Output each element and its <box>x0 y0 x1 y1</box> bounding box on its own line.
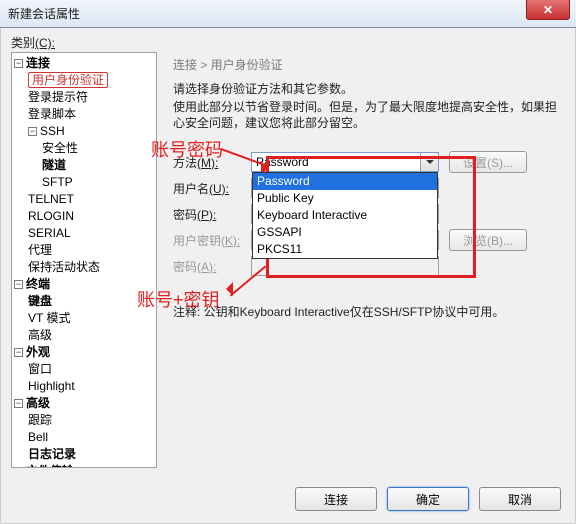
tree-item-appearance[interactable]: −外观 窗口 Highlight <box>14 344 156 395</box>
tree-item-prompt[interactable]: 登录提示符 <box>28 89 156 106</box>
tree-item-adv[interactable]: 高级 <box>28 327 156 344</box>
method-value: Password <box>256 155 309 169</box>
connect-button[interactable]: 连接 <box>295 487 377 511</box>
tree-item-rlogin[interactable]: RLOGIN <box>28 208 156 225</box>
tree-item-highlight[interactable]: Highlight <box>28 378 156 395</box>
tree-item-telnet[interactable]: TELNET <box>28 191 156 208</box>
username-label: 用户名(U): <box>173 180 251 197</box>
method-option[interactable]: PKCS11 <box>253 241 437 258</box>
chevron-down-icon[interactable] <box>420 153 438 171</box>
collapse-icon[interactable]: − <box>14 280 23 289</box>
settings-button[interactable]: 设置(S)... <box>449 151 527 173</box>
browse-button[interactable]: 浏览(B)... <box>449 229 527 251</box>
tree-item-script[interactable]: 登录脚本 <box>28 106 156 123</box>
password2-input <box>251 256 439 276</box>
method-label: 方法(M): <box>173 154 251 171</box>
ok-button[interactable]: 确定 <box>387 487 469 511</box>
tree-item-auth[interactable]: 用户身份验证 <box>28 72 156 89</box>
tree-item-bell[interactable]: Bell <box>28 429 156 446</box>
tree-item-connection[interactable]: −连接 用户身份验证 登录提示符 登录脚本 −SSH 安全性 隧道 SFTP T… <box>14 55 156 276</box>
tree-item-sftp[interactable]: SFTP <box>42 174 156 191</box>
window-title: 新建会话属性 <box>8 5 80 22</box>
title-bar: 新建会话属性 ✕ <box>0 0 576 28</box>
breadcrumb: 连接 > 用户身份验证 <box>173 56 565 73</box>
button-bar: 连接 确定 取消 <box>295 487 561 511</box>
method-option[interactable]: Password <box>253 173 437 190</box>
dialog-body: 类别(C): −连接 用户身份验证 登录提示符 登录脚本 −SSH 安全性 隧道… <box>0 28 576 524</box>
collapse-icon[interactable]: − <box>14 348 23 357</box>
category-tree[interactable]: −连接 用户身份验证 登录提示符 登录脚本 −SSH 安全性 隧道 SFTP T… <box>11 52 157 468</box>
tree-item-security[interactable]: 安全性 <box>42 140 156 157</box>
tree-item-serial[interactable]: SERIAL <box>28 225 156 242</box>
tree-item-keepalive[interactable]: 保持活动状态 <box>28 259 156 276</box>
description-2: 使用此部分以节省登录时间。但是，为了最大限度地提高安全性，如果担心安全问题，建议… <box>173 99 559 131</box>
tree-item-tunnel[interactable]: 隧道 <box>42 157 156 174</box>
collapse-icon[interactable]: − <box>14 467 23 468</box>
password2-label: 密码(A): <box>173 258 251 275</box>
collapse-icon[interactable]: − <box>28 127 37 136</box>
description-1: 请选择身份验证方法和其它参数。 <box>173 81 559 97</box>
method-option[interactable]: Public Key <box>253 190 437 207</box>
password-label: 密码(P): <box>173 206 251 223</box>
tree-item-ssh[interactable]: −SSH 安全性 隧道 SFTP <box>28 123 156 191</box>
tree-item-window[interactable]: 窗口 <box>28 361 156 378</box>
tree-item-keyboard[interactable]: 键盘 <box>28 293 156 310</box>
tree-item-filetrans[interactable]: −文件传输 X/YMODEM ZMODEM <box>14 463 156 468</box>
cancel-button[interactable]: 取消 <box>479 487 561 511</box>
close-button[interactable]: ✕ <box>526 0 570 20</box>
tree-item-trace[interactable]: 跟踪 <box>28 412 156 429</box>
auth-form: 方法(M): Password PasswordPublic KeyKeyboa… <box>167 149 565 279</box>
tree-item-advanced[interactable]: −高级 跟踪 Bell 日志记录 <box>14 395 156 463</box>
collapse-icon[interactable]: − <box>14 399 23 408</box>
tree-item-log[interactable]: 日志记录 <box>28 446 156 463</box>
method-combobox[interactable]: Password PasswordPublic KeyKeyboard Inte… <box>251 152 439 172</box>
note-text: 注释: 公钥和Keyboard Interactive仅在SSH/SFTP协议中… <box>173 303 559 320</box>
tree-item-vt[interactable]: VT 模式 <box>28 310 156 327</box>
close-icon: ✕ <box>543 3 553 17</box>
userkey-label: 用户密钥(K): <box>173 232 251 249</box>
settings-panel: 连接 > 用户身份验证 请选择身份验证方法和其它参数。 使用此部分以节省登录时间… <box>167 52 565 468</box>
collapse-icon[interactable]: − <box>14 59 23 68</box>
tree-item-terminal[interactable]: −终端 键盘 VT 模式 高级 <box>14 276 156 344</box>
method-dropdown[interactable]: PasswordPublic KeyKeyboard InteractiveGS… <box>252 172 438 259</box>
category-label: 类别(C): <box>11 34 55 51</box>
tree-item-proxy[interactable]: 代理 <box>28 242 156 259</box>
method-option[interactable]: Keyboard Interactive <box>253 207 437 224</box>
method-option[interactable]: GSSAPI <box>253 224 437 241</box>
